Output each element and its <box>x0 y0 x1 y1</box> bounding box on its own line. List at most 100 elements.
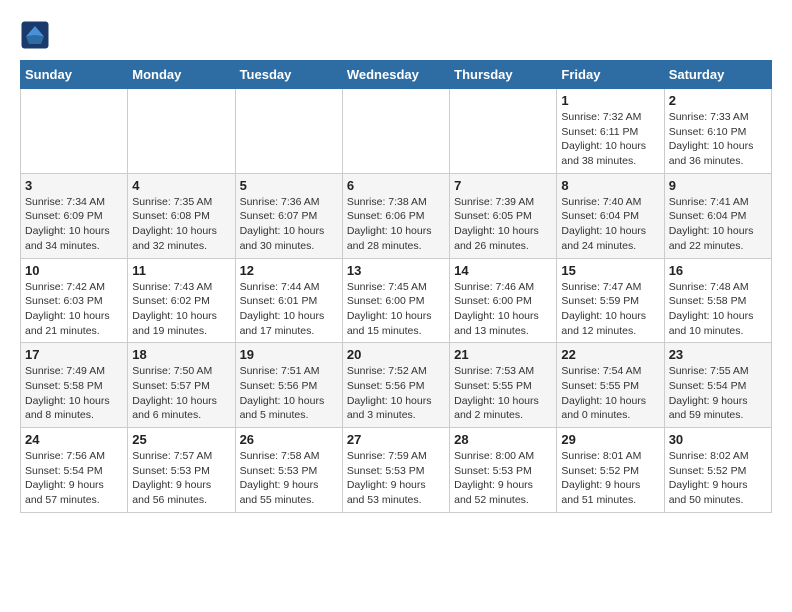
day-number: 3 <box>25 178 123 193</box>
day-number: 19 <box>240 347 338 362</box>
calendar-week-2: 3Sunrise: 7:34 AM Sunset: 6:09 PM Daylig… <box>21 173 772 258</box>
calendar-body: 1 Sunrise: 7:32 AM Sunset: 6:11 PM Daylig… <box>21 89 772 513</box>
day-info: Sunrise: 8:00 AM Sunset: 5:53 PM Dayligh… <box>454 449 552 508</box>
day-number: 13 <box>347 263 445 278</box>
day-number: 12 <box>240 263 338 278</box>
day-number: 24 <box>25 432 123 447</box>
day-info: Sunrise: 7:52 AM Sunset: 5:56 PM Dayligh… <box>347 364 445 423</box>
day-info: Sunrise: 7:46 AM Sunset: 6:00 PM Dayligh… <box>454 280 552 339</box>
day-number: 1 <box>561 93 659 108</box>
day-info: Sunrise: 7:54 AM Sunset: 5:55 PM Dayligh… <box>561 364 659 423</box>
calendar-cell: 17 Sunrise: 7:49 AM Sunset: 5:58 PM Dayli… <box>21 343 128 428</box>
calendar-cell: 25Sunrise: 7:57 AM Sunset: 5:53 PM Dayli… <box>128 428 235 513</box>
calendar-cell: 2 Sunrise: 7:33 AM Sunset: 6:10 PM Daylig… <box>664 89 771 174</box>
day-info: Sunrise: 7:45 AM Sunset: 6:00 PM Dayligh… <box>347 280 445 339</box>
calendar-week-1: 1 Sunrise: 7:32 AM Sunset: 6:11 PM Daylig… <box>21 89 772 174</box>
day-info: Sunrise: 7:35 AM Sunset: 6:08 PM Dayligh… <box>132 195 230 254</box>
day-info: Sunrise: 7:32 AM Sunset: 6:11 PM Dayligh… <box>561 110 659 169</box>
calendar-week-5: 24 Sunrise: 7:56 AM Sunset: 5:54 PM Dayli… <box>21 428 772 513</box>
logo <box>20 20 54 50</box>
day-info: Sunrise: 7:48 AM Sunset: 5:58 PM Dayligh… <box>669 280 767 339</box>
day-number: 17 <box>25 347 123 362</box>
day-info: Sunrise: 7:44 AM Sunset: 6:01 PM Dayligh… <box>240 280 338 339</box>
calendar-cell <box>235 89 342 174</box>
weekday-header-row: SundayMondayTuesdayWednesdayThursdayFrid… <box>21 61 772 89</box>
calendar-cell: 23Sunrise: 7:55 AM Sunset: 5:54 PM Dayli… <box>664 343 771 428</box>
calendar-cell: 22 Sunrise: 7:54 AM Sunset: 5:55 PM Dayli… <box>557 343 664 428</box>
day-info: Sunrise: 7:51 AM Sunset: 5:56 PM Dayligh… <box>240 364 338 423</box>
day-info: Sunrise: 7:36 AM Sunset: 6:07 PM Dayligh… <box>240 195 338 254</box>
day-info: Sunrise: 7:33 AM Sunset: 6:10 PM Dayligh… <box>669 110 767 169</box>
day-number: 25 <box>132 432 230 447</box>
day-info: Sunrise: 7:50 AM Sunset: 5:57 PM Dayligh… <box>132 364 230 423</box>
day-number: 22 <box>561 347 659 362</box>
day-number: 28 <box>454 432 552 447</box>
day-number: 10 <box>25 263 123 278</box>
day-number: 5 <box>240 178 338 193</box>
day-number: 26 <box>240 432 338 447</box>
day-number: 15 <box>561 263 659 278</box>
weekday-header-thursday: Thursday <box>450 61 557 89</box>
calendar-cell: 4 Sunrise: 7:35 AM Sunset: 6:08 PM Daylig… <box>128 173 235 258</box>
calendar-cell: 18 Sunrise: 7:50 AM Sunset: 5:57 PM Dayli… <box>128 343 235 428</box>
day-info: Sunrise: 7:43 AM Sunset: 6:02 PM Dayligh… <box>132 280 230 339</box>
calendar-cell: 8Sunrise: 7:40 AM Sunset: 6:04 PM Daylig… <box>557 173 664 258</box>
weekday-header-tuesday: Tuesday <box>235 61 342 89</box>
calendar-cell: 19 Sunrise: 7:51 AM Sunset: 5:56 PM Dayli… <box>235 343 342 428</box>
calendar-cell: 28 Sunrise: 8:00 AM Sunset: 5:53 PM Dayli… <box>450 428 557 513</box>
day-info: Sunrise: 7:53 AM Sunset: 5:55 PM Dayligh… <box>454 364 552 423</box>
logo-icon <box>20 20 50 50</box>
calendar-cell: 21 Sunrise: 7:53 AM Sunset: 5:55 PM Dayli… <box>450 343 557 428</box>
day-info: Sunrise: 7:41 AM Sunset: 6:04 PM Dayligh… <box>669 195 767 254</box>
page-header <box>20 20 772 50</box>
calendar-cell <box>128 89 235 174</box>
calendar-cell: 15 Sunrise: 7:47 AM Sunset: 5:59 PM Dayli… <box>557 258 664 343</box>
day-number: 8 <box>561 178 659 193</box>
weekday-header-saturday: Saturday <box>664 61 771 89</box>
day-number: 9 <box>669 178 767 193</box>
calendar-cell: 5 Sunrise: 7:36 AM Sunset: 6:07 PM Daylig… <box>235 173 342 258</box>
calendar-table: SundayMondayTuesdayWednesdayThursdayFrid… <box>20 60 772 513</box>
calendar-cell: 6Sunrise: 7:38 AM Sunset: 6:06 PM Daylig… <box>342 173 449 258</box>
day-number: 21 <box>454 347 552 362</box>
calendar-cell: 27Sunrise: 7:59 AM Sunset: 5:53 PM Dayli… <box>342 428 449 513</box>
calendar-cell: 14 Sunrise: 7:46 AM Sunset: 6:00 PM Dayli… <box>450 258 557 343</box>
calendar-cell: 26 Sunrise: 7:58 AM Sunset: 5:53 PM Dayli… <box>235 428 342 513</box>
weekday-header-monday: Monday <box>128 61 235 89</box>
calendar-cell: 12 Sunrise: 7:44 AM Sunset: 6:01 PM Dayli… <box>235 258 342 343</box>
calendar-week-4: 17 Sunrise: 7:49 AM Sunset: 5:58 PM Dayli… <box>21 343 772 428</box>
day-info: Sunrise: 7:49 AM Sunset: 5:58 PM Dayligh… <box>25 364 123 423</box>
day-number: 14 <box>454 263 552 278</box>
day-number: 4 <box>132 178 230 193</box>
day-number: 30 <box>669 432 767 447</box>
day-number: 29 <box>561 432 659 447</box>
calendar-header: SundayMondayTuesdayWednesdayThursdayFrid… <box>21 61 772 89</box>
calendar-cell: 30Sunrise: 8:02 AM Sunset: 5:52 PM Dayli… <box>664 428 771 513</box>
calendar-cell: 11 Sunrise: 7:43 AM Sunset: 6:02 PM Dayli… <box>128 258 235 343</box>
day-number: 27 <box>347 432 445 447</box>
calendar-cell <box>450 89 557 174</box>
calendar-cell: 29 Sunrise: 8:01 AM Sunset: 5:52 PM Dayli… <box>557 428 664 513</box>
weekday-header-sunday: Sunday <box>21 61 128 89</box>
day-number: 16 <box>669 263 767 278</box>
calendar-cell: 24 Sunrise: 7:56 AM Sunset: 5:54 PM Dayli… <box>21 428 128 513</box>
day-info: Sunrise: 7:42 AM Sunset: 6:03 PM Dayligh… <box>25 280 123 339</box>
calendar-cell: 7 Sunrise: 7:39 AM Sunset: 6:05 PM Daylig… <box>450 173 557 258</box>
day-number: 18 <box>132 347 230 362</box>
day-info: Sunrise: 7:39 AM Sunset: 6:05 PM Dayligh… <box>454 195 552 254</box>
calendar-cell: 16 Sunrise: 7:48 AM Sunset: 5:58 PM Dayli… <box>664 258 771 343</box>
day-info: Sunrise: 8:01 AM Sunset: 5:52 PM Dayligh… <box>561 449 659 508</box>
calendar-cell: 3Sunrise: 7:34 AM Sunset: 6:09 PM Daylig… <box>21 173 128 258</box>
weekday-header-wednesday: Wednesday <box>342 61 449 89</box>
day-number: 6 <box>347 178 445 193</box>
day-info: Sunrise: 7:56 AM Sunset: 5:54 PM Dayligh… <box>25 449 123 508</box>
calendar-cell: 13 Sunrise: 7:45 AM Sunset: 6:00 PM Dayli… <box>342 258 449 343</box>
weekday-header-friday: Friday <box>557 61 664 89</box>
day-number: 7 <box>454 178 552 193</box>
calendar-cell <box>342 89 449 174</box>
day-number: 11 <box>132 263 230 278</box>
day-info: Sunrise: 7:47 AM Sunset: 5:59 PM Dayligh… <box>561 280 659 339</box>
day-info: Sunrise: 7:58 AM Sunset: 5:53 PM Dayligh… <box>240 449 338 508</box>
calendar-cell: 20Sunrise: 7:52 AM Sunset: 5:56 PM Dayli… <box>342 343 449 428</box>
day-number: 2 <box>669 93 767 108</box>
